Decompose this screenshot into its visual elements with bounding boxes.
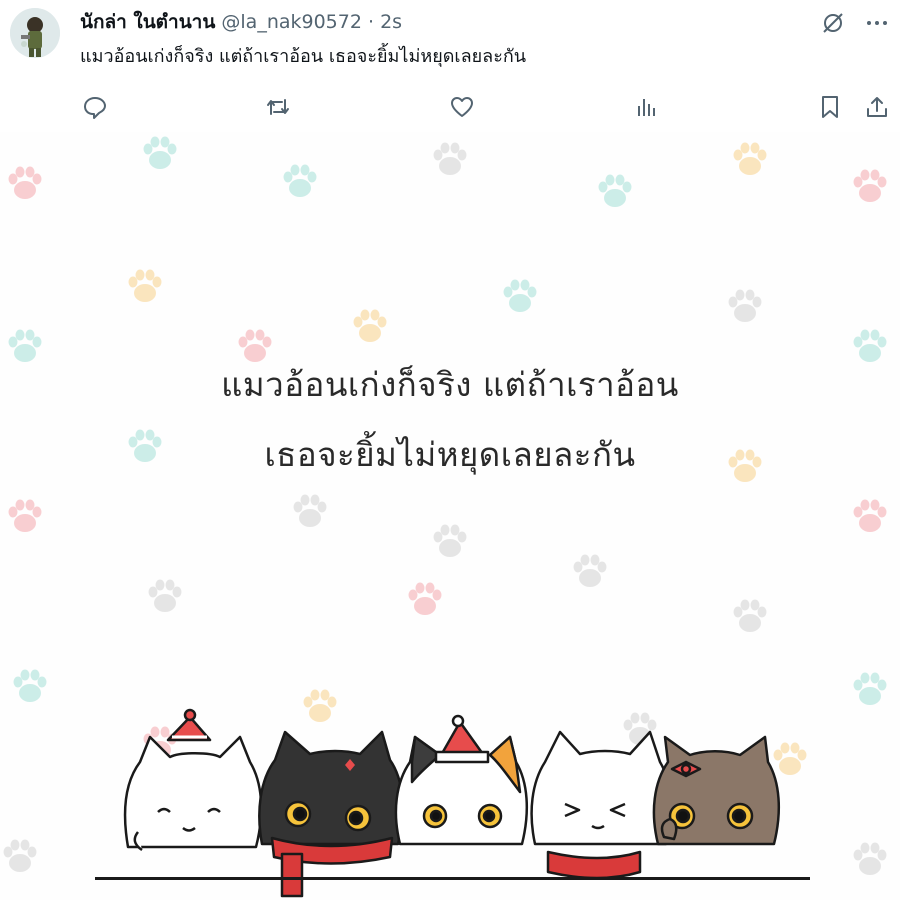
more-icon[interactable] xyxy=(864,10,890,40)
reply-icon[interactable] xyxy=(80,92,110,122)
display-name[interactable]: นักล่า ในตำนาน xyxy=(80,11,215,33)
ground-line xyxy=(95,877,810,880)
author-line: นักล่า ในตำนาน @la_nak90572 · 2s xyxy=(80,9,402,35)
cats-illustration xyxy=(123,708,781,898)
tweet-media[interactable]: แมวอ้อนเก่งก็จริง แต่ถ้าเราอ้อน เธอจะยิ้… xyxy=(0,132,900,900)
tweet-card: นักล่า ในตำนาน @la_nak90572 · 2s แมวอ้อน… xyxy=(0,0,900,132)
action-bar xyxy=(0,92,900,124)
separator: · xyxy=(368,11,375,33)
calico-cat-santa-hat-icon xyxy=(394,714,529,846)
avatar[interactable] xyxy=(10,8,60,58)
avatar-soldier-icon xyxy=(10,8,60,58)
tweet-text: แมวอ้อนเก่งก็จริง แต่ถ้าเราอ้อน เธอจะยิ้… xyxy=(80,46,527,67)
retweet-icon[interactable] xyxy=(263,92,293,122)
black-cat-scarf-icon xyxy=(258,730,404,898)
grok-icon[interactable] xyxy=(820,10,846,40)
white-cat-party-hat-icon xyxy=(123,708,263,852)
handle[interactable]: @la_nak90572 xyxy=(221,11,362,33)
bookmark-icon[interactable] xyxy=(815,92,845,122)
timestamp[interactable]: 2s xyxy=(380,11,402,33)
share-icon[interactable] xyxy=(862,92,892,122)
views-icon[interactable] xyxy=(631,92,661,122)
top-icons xyxy=(820,10,890,40)
brown-cat-bow-icon xyxy=(652,735,781,846)
like-icon[interactable] xyxy=(447,92,477,122)
white-cat-squint-icon xyxy=(530,730,673,880)
